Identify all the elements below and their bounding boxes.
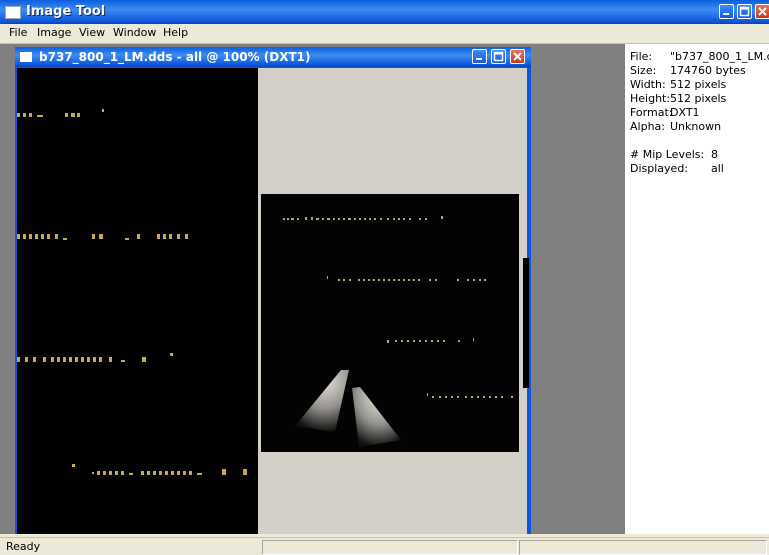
- child-window-title: b737_800_1_LM.dds - all @ 100% (DXT1): [39, 50, 311, 64]
- child-close-button[interactable]: [510, 49, 525, 64]
- menu-view[interactable]: View: [79, 26, 105, 39]
- menu-file[interactable]: File: [9, 26, 27, 39]
- menu-help[interactable]: Help: [163, 26, 188, 39]
- status-pane-2: [262, 540, 518, 555]
- info-panel: File: "b737_800_1_LM.dd Size: 174760 byt…: [625, 44, 769, 534]
- texture-preview-image: [261, 194, 519, 452]
- minimize-button[interactable]: [719, 4, 734, 19]
- title-bar[interactable]: Image Tool: [0, 0, 769, 24]
- status-pane-3: [519, 540, 767, 555]
- status-text: Ready: [6, 540, 41, 553]
- window-title: Image Tool: [26, 4, 106, 19]
- child-minimize-button[interactable]: [472, 49, 487, 64]
- close-button[interactable]: [755, 4, 769, 19]
- dark-edge-strip: [523, 258, 529, 388]
- menu-window[interactable]: Window: [113, 26, 156, 39]
- status-bar: Ready: [0, 537, 769, 555]
- mip-level-0-image: [17, 68, 258, 534]
- document-icon: [20, 52, 32, 62]
- maximize-button[interactable]: [737, 4, 752, 19]
- app-icon: [5, 6, 21, 19]
- child-title-bar[interactable]: b737_800_1_LM.dds - all @ 100% (DXT1): [15, 47, 531, 67]
- menu-image[interactable]: Image: [37, 26, 71, 39]
- menu-bar: File Image View Window Help: [0, 24, 769, 44]
- child-maximize-button[interactable]: [491, 49, 506, 64]
